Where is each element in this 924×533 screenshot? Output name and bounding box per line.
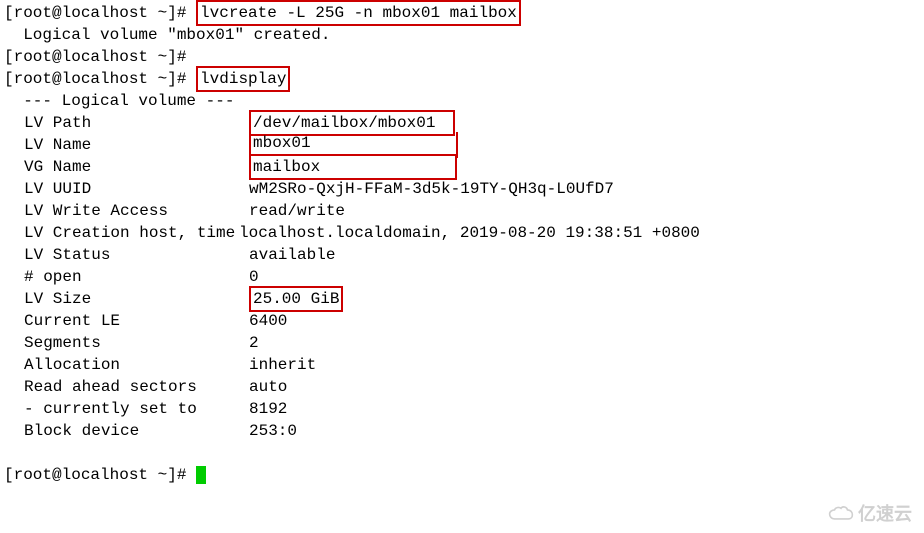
label-segments: Segments: [24, 332, 249, 354]
value-lv-write-access: read/write: [249, 200, 345, 222]
label-vg-name: VG Name: [24, 156, 249, 178]
blank-line: [4, 442, 920, 464]
value-lv-size: 25.00 GiB: [249, 286, 343, 312]
value-read-ahead: auto: [249, 376, 287, 398]
terminal-output-created: Logical volume "mbox01" created.: [4, 24, 920, 46]
value-open: 0: [249, 266, 259, 288]
prompt: [root@localhost ~]#: [4, 4, 196, 22]
command-lvcreate: lvcreate -L 25G -n mbox01 mailbox: [196, 0, 521, 26]
value-currently-set: 8192: [249, 398, 287, 420]
value-vg-name: mailbox: [249, 154, 457, 180]
label-read-ahead: Read ahead sectors: [24, 376, 249, 398]
row-lv-size: LV Size25.00 GiB: [4, 288, 920, 310]
row-open: # open0: [4, 266, 920, 288]
label-lv-size: LV Size: [24, 288, 249, 310]
value-lv-status: available: [249, 244, 335, 266]
cloud-icon: [828, 505, 854, 523]
prompt: [root@localhost ~]#: [4, 70, 196, 88]
watermark-text: 亿速云: [858, 503, 912, 525]
row-lv-status: LV Statusavailable: [4, 244, 920, 266]
row-lv-uuid: LV UUIDwM2SRo-QxjH-FFaM-3d5k-19TY-QH3q-L…: [4, 178, 920, 200]
row-lv-creation: LV Creation host, time localhost.localdo…: [4, 222, 920, 244]
row-lv-path: LV Path/dev/mailbox/mbox01: [4, 112, 920, 134]
row-vg-name: VG Namemailbox: [4, 156, 920, 178]
value-lv-uuid: wM2SRo-QxjH-FFaM-3d5k-19TY-QH3q-L0UfD7: [249, 178, 614, 200]
label-currently-set: - currently set to: [24, 398, 249, 420]
row-current-le: Current LE6400: [4, 310, 920, 332]
value-current-le: 6400: [249, 310, 287, 332]
row-block-device: Block device253:0: [4, 420, 920, 442]
label-lv-write-access: LV Write Access: [24, 200, 249, 222]
row-currently-set: - currently set to8192: [4, 398, 920, 420]
terminal-line-1: [root@localhost ~]# lvcreate -L 25G -n m…: [4, 2, 920, 24]
lv-header: --- Logical volume ---: [4, 90, 920, 112]
row-lv-name: LV Namembox01: [4, 134, 920, 156]
terminal-line-empty-prompt: [root@localhost ~]#: [4, 46, 920, 68]
prompt: [root@localhost ~]#: [4, 466, 196, 484]
label-open: # open: [24, 266, 249, 288]
value-lv-creation: localhost.localdomain, 2019-08-20 19:38:…: [239, 222, 700, 244]
cursor-icon: [196, 466, 206, 484]
watermark: 亿速云: [828, 503, 912, 525]
row-read-ahead: Read ahead sectorsauto: [4, 376, 920, 398]
row-lv-write-access: LV Write Accessread/write: [4, 200, 920, 222]
label-block-device: Block device: [24, 420, 249, 442]
label-current-le: Current LE: [24, 310, 249, 332]
row-allocation: Allocationinherit: [4, 354, 920, 376]
label-allocation: Allocation: [24, 354, 249, 376]
value-block-device: 253:0: [249, 420, 297, 442]
value-segments: 2: [249, 332, 259, 354]
value-allocation: inherit: [249, 354, 316, 376]
label-lv-name: LV Name: [24, 134, 249, 156]
terminal-line-3: [root@localhost ~]# lvdisplay: [4, 68, 920, 90]
terminal-line-last[interactable]: [root@localhost ~]#: [4, 464, 920, 486]
row-segments: Segments2: [4, 332, 920, 354]
label-lv-status: LV Status: [24, 244, 249, 266]
command-lvdisplay: lvdisplay: [196, 66, 290, 92]
label-lv-uuid: LV UUID: [24, 178, 249, 200]
label-lv-creation: LV Creation host, time: [24, 222, 239, 244]
label-lv-path: LV Path: [24, 112, 249, 134]
